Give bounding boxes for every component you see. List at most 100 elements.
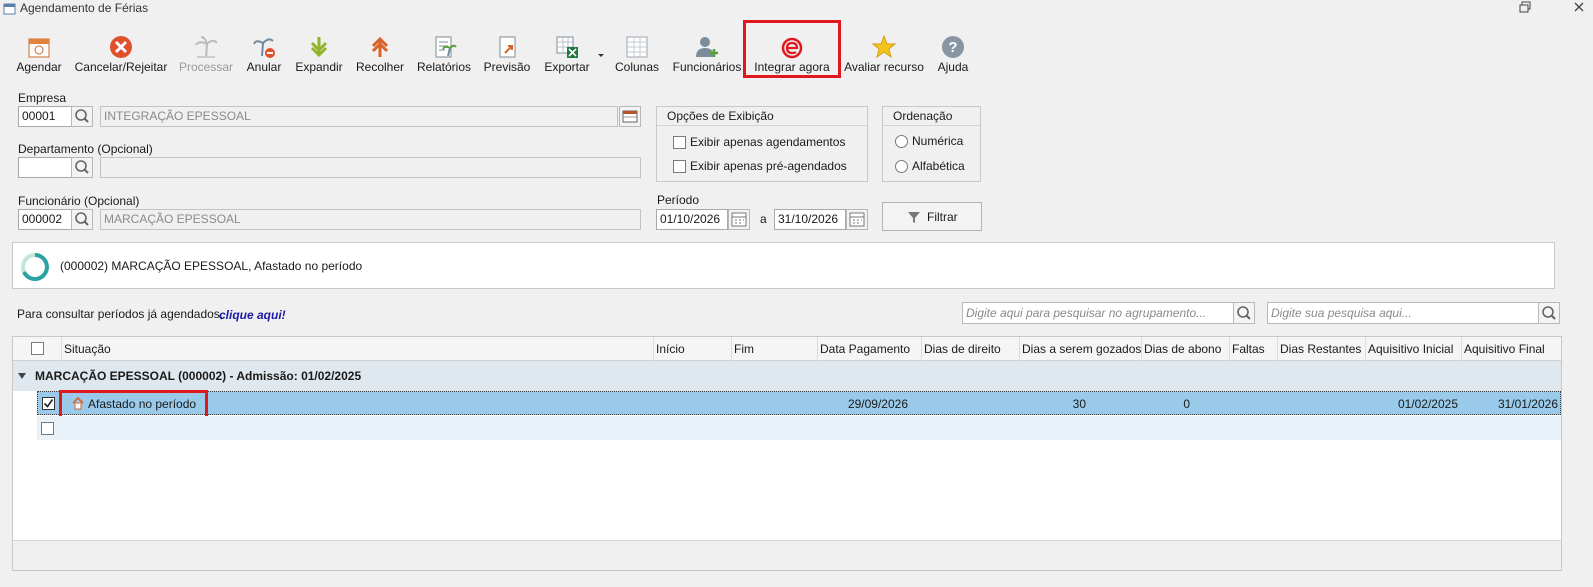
departamento-code-input[interactable]: [18, 157, 72, 178]
annul-icon: [253, 38, 275, 58]
avaliar-recurso-label: Avaliar recurso: [844, 60, 924, 74]
ajuda-button[interactable]: ? Ajuda: [933, 32, 973, 74]
cancelar-rejeitar-button[interactable]: Cancelar/Rejeitar: [73, 32, 169, 74]
periodo-end-input[interactable]: 31/10/2026: [774, 209, 846, 230]
filter-icon: [908, 212, 920, 223]
col-dias-restantes[interactable]: Dias Restantes: [1277, 337, 1365, 361]
relatorios-label: Relatórios: [416, 60, 472, 74]
col-aquisitivo-inicial[interactable]: Aquisitivo Inicial: [1365, 337, 1461, 361]
periodo-end-calendar-button[interactable]: [846, 209, 868, 230]
grid-header: Situação Início Fim Data Pagamento Dias …: [13, 337, 1561, 361]
col-data-pagamento[interactable]: Data Pagamento: [817, 337, 921, 361]
search-icon: [1542, 306, 1556, 320]
relatorios-button[interactable]: Relatórios: [415, 32, 473, 74]
exportar-label: Exportar: [544, 60, 590, 74]
departamento-name-field: [100, 157, 641, 178]
funcionarios-button[interactable]: Funcionários: [671, 32, 743, 74]
palm-tree-icon: [195, 36, 218, 59]
col-dias-gozados[interactable]: Dias a serem gozados: [1019, 337, 1141, 361]
excel-export-icon: [556, 36, 578, 58]
anular-label: Anular: [246, 60, 282, 74]
col-aquisitivo-final[interactable]: Aquisitivo Final: [1461, 337, 1561, 361]
new-row[interactable]: [37, 416, 1561, 440]
integrar-agora-button[interactable]: Integrar agora: [743, 20, 841, 78]
col-inicio[interactable]: Início: [653, 337, 731, 361]
new-row-checkbox[interactable]: [41, 422, 54, 435]
expand-arrow-icon: [310, 37, 328, 58]
col-faltas[interactable]: Faltas: [1229, 337, 1277, 361]
ordering-title: Ordenação: [893, 109, 953, 123]
anular-button[interactable]: Anular: [243, 32, 285, 74]
funcionario-name-field: MARCAÇÃO EPESSOAL: [100, 209, 641, 230]
display-options-group: Opções de Exibição Exibir apenas agendam…: [656, 106, 868, 182]
group-search-input[interactable]: Digite aqui para pesquisar no agrupament…: [962, 302, 1255, 324]
previsao-button[interactable]: Previsão: [481, 32, 533, 74]
cancelar-rejeitar-label: Cancelar/Rejeitar: [74, 60, 168, 74]
group-search-placeholder: Digite aqui para pesquisar no agrupament…: [966, 306, 1207, 320]
calendar-picker-icon: [849, 212, 865, 227]
agendar-button[interactable]: Agendar: [12, 32, 66, 74]
main-search-button[interactable]: [1538, 303, 1559, 323]
group-title: MARCAÇÃO EPESSOAL (000002) - Admissão: 0…: [35, 369, 362, 383]
exibir-pre-agendados-checkbox[interactable]: [673, 160, 686, 173]
colunas-button[interactable]: Colunas: [613, 32, 661, 74]
cell-aquisitivo-inicial: 01/02/2025: [1397, 397, 1458, 411]
ordering-group: Ordenação Numérica Alfabética: [882, 106, 981, 182]
empresa-code-input[interactable]: 00001: [18, 106, 72, 127]
avaliar-recurso-button[interactable]: Avaliar recurso: [844, 32, 924, 74]
cell-aquisitivo-final: 31/01/2026: [1497, 397, 1558, 411]
status-message: (000002) MARCAÇÃO EPESSOAL, Afastado no …: [60, 259, 363, 273]
processar-button[interactable]: Processar: [177, 32, 235, 74]
col-fim[interactable]: Fim: [731, 337, 817, 361]
title-bar: Agendamento de Férias: [0, 0, 1593, 18]
periodo-start-calendar-button[interactable]: [728, 209, 750, 230]
close-window-icon[interactable]: [1572, 1, 1586, 15]
integrar-agora-label: Integrar agora: [754, 60, 830, 74]
row-checkbox[interactable]: [42, 397, 55, 410]
exportar-button[interactable]: Exportar: [540, 32, 594, 74]
group-row[interactable]: MARCAÇÃO EPESSOAL (000002) - Admissão: 0…: [13, 361, 1561, 391]
col-situacao[interactable]: Situação: [61, 337, 653, 361]
filtrar-label: Filtrar: [927, 210, 958, 224]
exportar-dropdown-icon[interactable]: [597, 48, 605, 57]
clique-aqui-link[interactable]: clique aqui!: [219, 308, 286, 322]
funcionario-search-button[interactable]: [71, 209, 93, 230]
search-icon: [75, 160, 89, 174]
empresa-search-button[interactable]: [71, 106, 93, 127]
colunas-label: Colunas: [614, 60, 660, 74]
exibir-pre-agendados-label: Exibir apenas pré-agendados: [690, 159, 847, 173]
exibir-agendamentos-checkbox[interactable]: [673, 136, 686, 149]
funcionario-label: Funcionário (Opcional): [18, 194, 140, 208]
periodo-start-input[interactable]: 01/10/2026: [656, 209, 728, 230]
help-icon: ?: [942, 36, 964, 58]
previsao-label: Previsão: [483, 60, 531, 74]
ordering-alfabetica-radio[interactable]: [895, 160, 908, 173]
consult-text: Para consultar períodos já agendados,: [17, 307, 224, 321]
report-icon: [435, 36, 457, 58]
empresa-name-field: INTEGRAÇÃO EPESSOAL: [100, 106, 618, 127]
empresa-label: Empresa: [18, 91, 67, 105]
group-search-button[interactable]: [1233, 303, 1254, 323]
departamento-label: Departamento (Opcional): [18, 142, 153, 156]
funcionario-code-input[interactable]: 000002: [18, 209, 72, 230]
ordering-numerica-radio[interactable]: [895, 135, 908, 148]
main-search-input[interactable]: Digite sua pesquisa aqui...: [1267, 302, 1560, 324]
filtrar-button[interactable]: Filtrar: [882, 202, 982, 231]
col-dias-abono[interactable]: Dias de abono: [1141, 337, 1229, 361]
expandir-label: Expandir: [295, 60, 343, 74]
departamento-search-button[interactable]: [71, 157, 93, 178]
collapse-group-icon[interactable]: [18, 373, 26, 379]
table-row[interactable]: Afastado no período 29/09/2026 30 0 01/0…: [37, 391, 1561, 415]
exibir-agendamentos-label: Exibir apenas agendamentos: [690, 135, 846, 149]
cell-data-pagamento: 29/09/2026: [847, 397, 908, 411]
empresa-details-button[interactable]: [619, 106, 641, 127]
search-icon: [75, 109, 89, 123]
expandir-button[interactable]: Expandir: [293, 32, 345, 74]
display-options-title: Opções de Exibição: [667, 109, 774, 123]
restore-window-icon[interactable]: [1518, 1, 1532, 15]
col-dias-direito[interactable]: Dias de direito: [921, 337, 1019, 361]
select-all-checkbox[interactable]: [31, 342, 44, 355]
recolher-button[interactable]: Recolher: [353, 32, 407, 74]
epessoal-logo-icon: [781, 37, 803, 59]
search-icon: [1237, 306, 1251, 320]
